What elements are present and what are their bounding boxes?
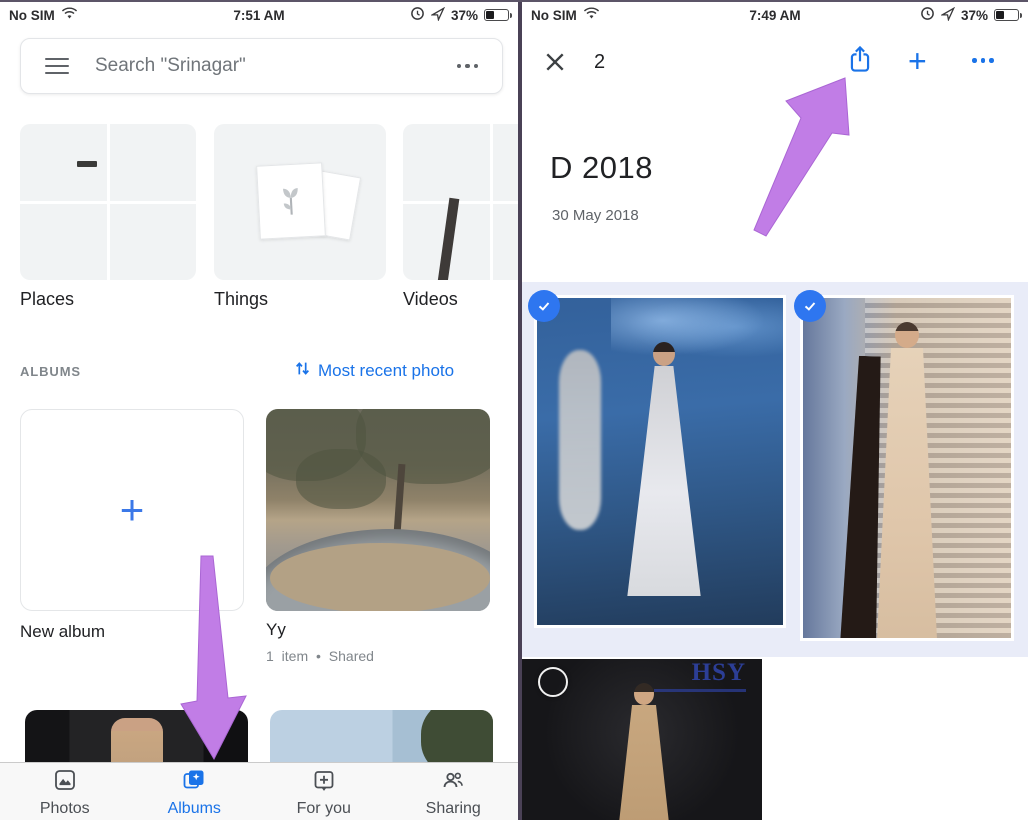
new-album-card[interactable]: + — [20, 409, 244, 611]
sort-button[interactable]: Most recent photo — [294, 359, 518, 383]
boat-shape — [77, 161, 97, 167]
tab-sharing[interactable]: Sharing — [389, 763, 519, 820]
photo-watermark: HSY — [692, 659, 746, 687]
overflow-menu-icon[interactable] — [972, 58, 994, 63]
albums-section-header: ALBUMS — [20, 364, 81, 379]
tab-for-you-label: For you — [297, 800, 351, 818]
things-label: Things — [214, 289, 268, 310]
tab-for-you[interactable]: For you — [259, 763, 389, 820]
close-icon[interactable] — [544, 51, 566, 73]
new-album-label: New album — [20, 622, 105, 642]
selected-photos-area — [522, 282, 1028, 657]
tab-albums[interactable]: Albums — [130, 763, 260, 820]
albums-icon — [182, 768, 206, 797]
more-icon[interactable] — [457, 64, 479, 69]
sharing-icon — [441, 768, 465, 797]
album-title: D 2018 — [550, 150, 653, 186]
plus-icon: + — [120, 489, 145, 531]
time-label: 7:49 AM — [522, 8, 1028, 23]
tab-bar: Photos Albums For you Sharing — [0, 762, 518, 820]
right-status-bar: No SIM 7:49 AM 37% — [522, 2, 1028, 28]
album-card-yy[interactable] — [266, 409, 490, 611]
category-card-things[interactable] — [214, 124, 386, 280]
photo-thumbnail-1[interactable] — [534, 295, 786, 628]
places-grid — [20, 124, 196, 280]
category-card-videos[interactable] — [403, 124, 518, 280]
time-label: 7:51 AM — [0, 8, 518, 23]
selection-toolbar: 2 + — [522, 42, 1028, 86]
unselected-circle-icon[interactable] — [538, 667, 568, 697]
tab-sharing-label: Sharing — [426, 800, 481, 818]
battery-icon — [994, 9, 1019, 21]
places-thumbnail — [20, 124, 107, 201]
right-screen: No SIM 7:49 AM 37% 2 — [522, 2, 1028, 820]
search-bar[interactable]: Search "Srinagar" — [20, 38, 503, 94]
places-label: Places — [20, 289, 74, 310]
left-status-bar: No SIM 7:51 AM 37% — [0, 2, 518, 28]
tab-photos[interactable]: Photos — [0, 763, 130, 820]
polaroid-front — [256, 162, 326, 239]
yy-album-label: Yy — [266, 620, 286, 640]
videos-label: Videos — [403, 289, 458, 310]
selected-check-icon[interactable] — [528, 290, 560, 322]
tab-albums-label: Albums — [168, 800, 221, 818]
yy-album-meta: 1 item • Shared — [266, 648, 374, 664]
selection-count: 2 — [594, 51, 605, 74]
for-you-icon — [312, 768, 336, 797]
search-input[interactable]: Search "Srinagar" — [95, 55, 457, 77]
menu-icon[interactable] — [45, 58, 69, 75]
partial-album-thumbnail-2[interactable] — [270, 710, 493, 764]
album-date: 30 May 2018 — [552, 207, 639, 224]
sort-icon — [294, 360, 311, 382]
screenshot-canvas: No SIM 7:51 AM 37% Search "Srinagar" — [0, 0, 1028, 820]
battery-icon — [484, 9, 509, 21]
share-icon[interactable] — [846, 44, 876, 76]
photos-icon — [53, 768, 77, 797]
partial-album-thumbnail-1[interactable] — [25, 710, 248, 764]
flower-icon — [273, 179, 309, 223]
left-screen: No SIM 7:51 AM 37% Search "Srinagar" — [0, 2, 518, 820]
photo-thumbnail-2[interactable] — [800, 295, 1014, 641]
selected-check-icon[interactable] — [794, 290, 826, 322]
sort-label: Most recent photo — [318, 361, 454, 381]
tab-photos-label: Photos — [40, 800, 90, 818]
photo-thumbnail-3[interactable]: HSY — [522, 659, 762, 820]
add-icon[interactable]: + — [908, 42, 927, 80]
videos-grid — [403, 124, 518, 280]
category-card-places[interactable] — [20, 124, 196, 280]
